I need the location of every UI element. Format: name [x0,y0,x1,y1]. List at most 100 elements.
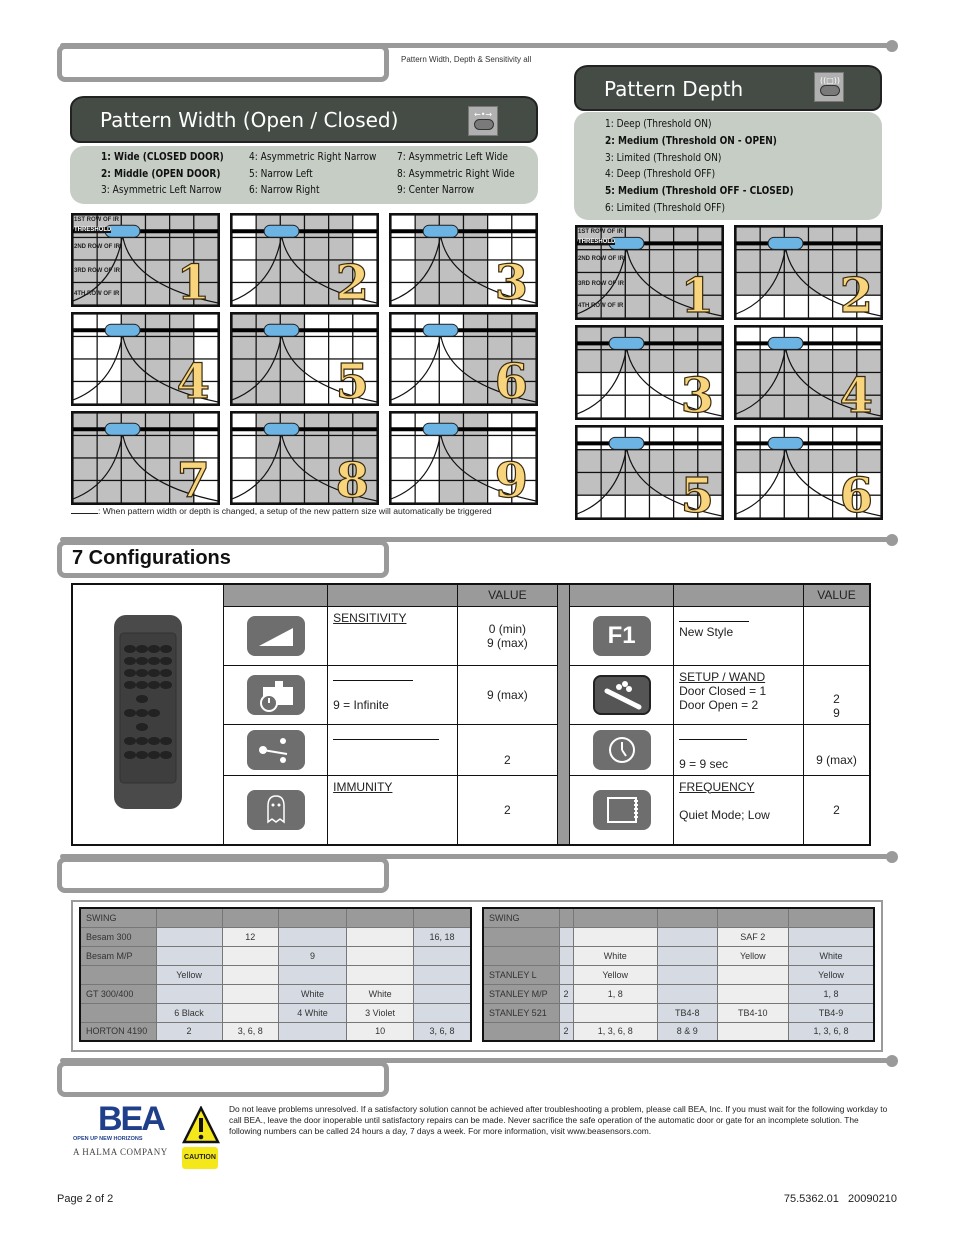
grid-cell [624,349,651,374]
grid-cell [255,479,281,503]
pattern-depth-5-diagram: 5 [575,425,724,520]
table-cell [346,964,415,985]
table-cell [155,945,223,966]
sensor-shape [104,323,141,337]
grid-cell [328,314,354,338]
grid-cell [807,449,834,474]
pattern-number: 9 [494,453,529,505]
grid-cell [414,236,440,261]
grid-cell [759,294,785,318]
grid-cell [279,335,306,360]
function-desc: 9 = 9 sec [679,756,729,771]
sensor-shape [608,336,645,350]
table-row: Yellow [79,964,472,985]
grid-cell [736,327,761,351]
table-cell: 2 [558,1021,574,1042]
pattern-option: 9: Center Narrow [397,183,475,196]
grid-cell [391,236,416,261]
pattern-width-9-diagram: 9 [389,411,538,505]
grid-cell [279,380,306,404]
pattern-depth-4-diagram: 4 [734,325,883,420]
grid-cell [807,427,834,451]
pattern-footnote: : When pattern width or depth is changed… [71,506,492,516]
table-cell [221,907,279,928]
grid-cell [232,259,257,284]
table-cell [277,1021,348,1042]
grid-cell [462,335,489,360]
table-cell [572,1002,658,1023]
table-cell [413,945,472,966]
caution-text: Do not leave problems unresolved. If a s… [229,1104,888,1136]
table-row: 2 1, 3, 6, 88 & 9 1, 3, 6, 8 [482,1021,875,1042]
table-cell: Yellow [787,964,875,985]
table-cell [558,907,574,928]
grid-cell [438,335,465,360]
clock-icon [592,729,651,770]
pattern-width-4-diagram: 4 [71,312,220,406]
table-cell: TB4-9 [787,1002,875,1023]
grid-cell [303,434,330,459]
table-cell [558,926,574,947]
grid-cell [511,314,536,338]
pattern-option: 3: Limited (Threshold ON) [605,150,722,164]
door-model-cell [79,1002,157,1023]
grid-cell [783,394,810,418]
grid-cell [673,227,699,251]
grid-cell [697,227,722,251]
sensitivity-ramp-icon [246,615,305,656]
pattern-number: 1 [680,268,715,320]
remote-control-image [71,583,225,846]
grid-cell [73,413,98,437]
grid-cell [807,227,834,251]
grid-cell [697,427,722,451]
grid-cell [783,494,810,518]
table-cell: 3, 6, 8 [221,1021,279,1042]
table-row: STANLEY M/P 2 1, 8 1, 8 [482,983,875,1004]
grid-cell [438,479,465,503]
function-value: 2 [802,774,871,846]
pattern-option: 5: Narrow Left [249,166,313,180]
grid-cell [414,281,440,305]
door-model-cell: SWING [79,907,157,928]
grid-cell [120,358,147,383]
function-value: 0 (min) 9 (max) [456,605,558,666]
grid-cell [391,335,416,360]
logo-company: A HALMA COMPANY [73,1147,168,1157]
table-cell: 16, 18 [413,926,472,947]
row-label: 1ST ROW OF IR [578,229,623,235]
table-cell: Yellow [572,964,658,985]
grid-cell [648,227,675,251]
grid-cell [391,215,416,239]
grid-cell [232,413,257,437]
grid-cell [624,394,651,418]
col-header-icon [223,583,329,607]
table-cell [155,907,223,928]
grid-cell [783,249,810,274]
grid-cell [144,215,171,239]
door-model-cell: HORTON 4190 [79,1021,157,1042]
door-model-cell [482,926,560,947]
grid-cell [600,394,626,418]
function-value [802,605,871,666]
grid-cell [487,314,513,338]
grid-cell [328,215,354,239]
grid-cell [783,349,810,374]
section-divider-dot [886,1055,898,1067]
table-cell: 3 Violet [346,1002,415,1023]
f1-key-icon: F1 [592,615,651,656]
grid-cell [648,349,675,374]
grid-cell [807,327,834,351]
grid-cell [736,394,761,418]
pattern-depth-6-diagram: 6 [734,425,883,520]
grid-cell [697,327,722,351]
grid-cell [232,479,257,503]
table-cell: 6 Black [155,1002,223,1023]
grid-cell [279,236,306,261]
table-cell [155,926,223,947]
pattern-depth-1-diagram: 1ST ROW OF IR THRESHOLD 2ND ROW OF IR 3RD R… [575,225,724,320]
section-divider-dot [886,40,898,52]
sensor-shape [422,323,459,337]
grid-cell [193,215,218,239]
door-model-cell: GT 300/400 [79,983,157,1004]
header-note: Pattern Width, Depth & Sensitivity all [401,55,532,64]
